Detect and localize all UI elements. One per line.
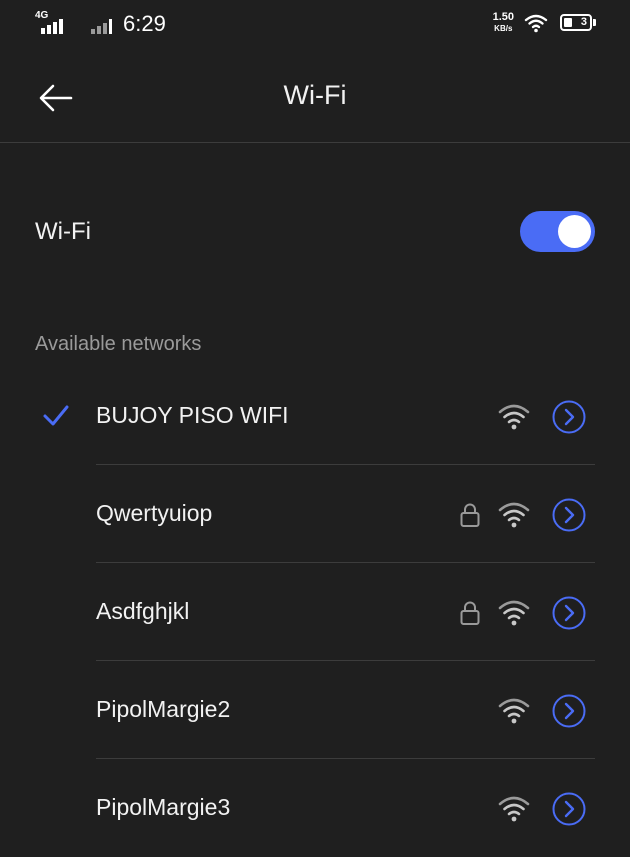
network-list: BUJOY PISO WIFI Qwertyuiop Asdfghjkl Pip… [0, 367, 630, 857]
toggle-knob [558, 215, 591, 248]
signal-secondary-icon [91, 10, 119, 38]
network-name: Qwertyuiop [96, 500, 213, 526]
network-item[interactable]: Qwertyuiop [0, 465, 630, 563]
battery-icon: 3 [560, 14, 596, 31]
network-details-button[interactable] [552, 400, 586, 434]
network-item[interactable]: BUJOY PISO WIFI [0, 367, 630, 465]
network-details-button[interactable] [552, 792, 586, 826]
network-speed: 1.50 KB/s [493, 12, 514, 33]
page-title: Wi-Fi [283, 80, 347, 110]
network-name: PipolMargie2 [96, 696, 231, 722]
network-speed-value: 1.50 [492, 11, 514, 23]
network-item[interactable]: PipolMargie2 [0, 661, 630, 759]
header-bar: Wi-Fi [0, 52, 630, 143]
available-networks-heading: Available networks [35, 333, 202, 355]
wifi-signal-icon [498, 796, 530, 822]
network-details-button[interactable] [552, 498, 586, 532]
network-speed-unit: KB/s [494, 24, 513, 33]
network-name: PipolMargie3 [96, 794, 231, 820]
status-left: 4G 6:29 [35, 10, 166, 38]
wifi-toggle-row[interactable]: Wi-Fi [0, 192, 630, 272]
status-bar: 4G 6:29 1.50 KB/s 3 [0, 0, 630, 52]
wifi-toggle-label: Wi-Fi [35, 218, 91, 245]
network-name: BUJOY PISO WIFI [96, 402, 289, 428]
network-name: Asdfghjkl [96, 598, 190, 624]
signal-4g-icon: 4G [35, 10, 73, 38]
wifi-signal-icon [498, 404, 530, 430]
network-item[interactable]: PipolMargie3 [0, 759, 630, 857]
network-item[interactable]: Asdfghjkl [0, 563, 630, 661]
wifi-signal-icon [498, 698, 530, 724]
checkmark-icon [43, 405, 69, 426]
status-right: 1.50 KB/s 3 [493, 12, 596, 33]
wifi-signal-icon [498, 502, 530, 528]
wifi-signal-icon [498, 600, 530, 626]
wifi-toggle-switch[interactable] [520, 211, 595, 252]
status-time: 6:29 [123, 11, 166, 36]
lock-icon [460, 503, 480, 527]
battery-level: 3 [580, 16, 587, 28]
network-details-button[interactable] [552, 596, 586, 630]
lock-icon [460, 601, 480, 625]
wifi-status-icon [524, 14, 548, 32]
network-details-button[interactable] [552, 694, 586, 728]
